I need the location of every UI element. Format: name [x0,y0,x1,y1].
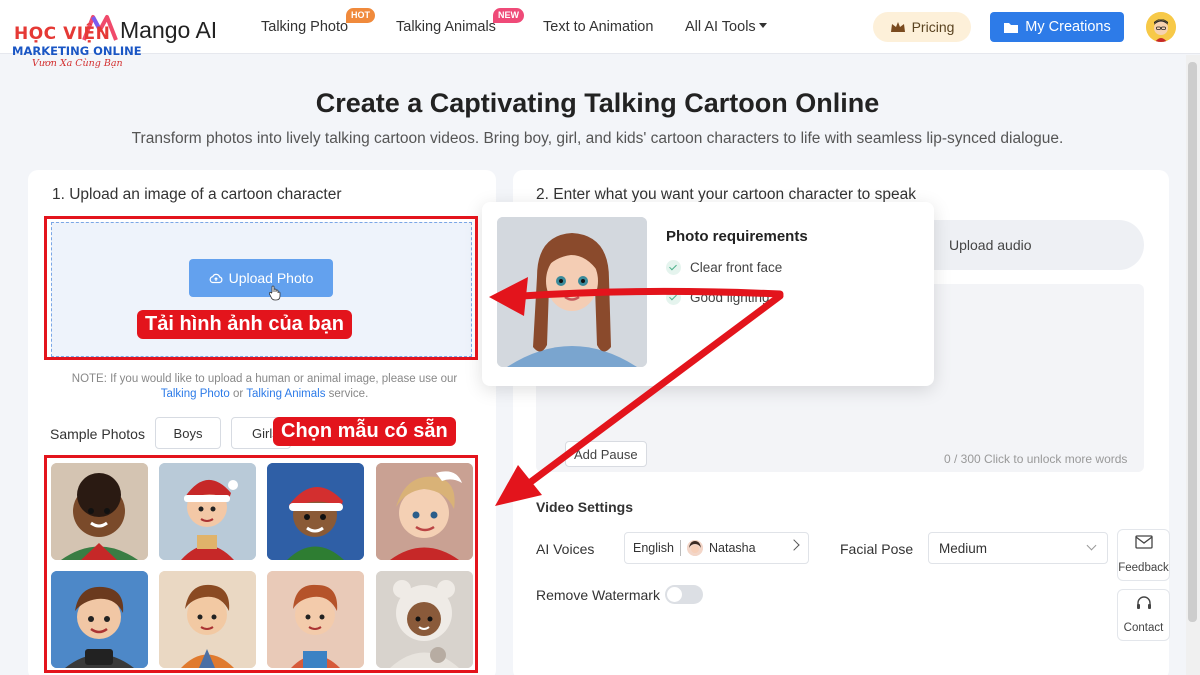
contact-label: Contact [1123,622,1164,634]
nav-talking-animals[interactable]: Talking Animals [396,19,496,35]
word-count: 0 / 300 Click to unlock more words [944,452,1128,466]
folder-icon [1004,22,1019,33]
check-icon [666,290,681,305]
brand-logo[interactable]: Mango AI HỌC VIỆN MARKETING ONLINE Vươn … [10,8,240,69]
facial-pose-label: Facial Pose [840,541,914,557]
feedback-label: Feedback [1118,562,1169,574]
sample-photos-label: Sample Photos [50,426,145,442]
add-pause-button[interactable]: Add Pause [565,441,647,467]
chevron-down-icon [1086,540,1097,551]
note-or: or [232,388,244,400]
requirement-item: Good lighting [666,290,770,305]
page-title: Create a Captivating Talking Cartoon Onl… [315,88,880,118]
my-creations-button[interactable]: My Creations [990,12,1124,42]
feedback-button[interactable]: Feedback [1117,529,1170,581]
voice-language: English [633,541,674,555]
watermark-logo-line2: MARKETING ONLINE [12,44,142,58]
talking-photo-link[interactable]: Talking Photo [161,388,230,400]
brand-name: Mango AI [120,17,218,43]
note-suffix: service. [328,388,369,400]
remove-watermark-label: Remove Watermark [536,587,660,603]
step1-heading: 1. Upload an image of a cartoon characte… [52,186,342,203]
talking-animals-link[interactable]: Talking Animals [246,388,325,400]
watermark-logo-line3: Vươn Xa Cùng Bạn [32,58,123,69]
headset-icon [1136,596,1151,609]
cartoon-girl-image [497,217,647,367]
caret-down-icon [758,23,767,28]
user-avatar[interactable] [1146,12,1176,42]
top-nav: Mango AI HỌC VIỆN MARKETING ONLINE Vươn … [0,0,1200,69]
tab-boys[interactable]: Boys [155,417,221,449]
requirement-text: Good lighting [690,290,770,305]
annotation-upload-label: Tải hình ảnh của bạn [137,310,352,339]
nav-all-ai-tools-label: All AI Tools [685,19,756,35]
requirement-item: Clear front face [666,260,782,275]
chevron-right-icon [788,539,800,551]
watermark-logo-line1: HỌC VIỆN [14,24,111,44]
my-creations-label: My Creations [1025,19,1111,35]
voice-select[interactable]: English Natasha [624,532,809,564]
ai-voices-label: AI Voices [536,541,595,557]
page-subtitle: Transform photos into lively talking car… [131,130,1064,147]
voice-divider [680,540,681,556]
contact-button[interactable]: Contact [1117,589,1170,641]
requirement-sample-photo [497,217,647,367]
upload-audio-label[interactable]: Upload audio [949,237,1032,253]
facial-pose-value: Medium [939,540,988,556]
nav-talking-photo[interactable]: Talking Photo [261,19,348,35]
remove-watermark-toggle[interactable] [665,585,703,604]
check-icon [666,260,681,275]
avatar-face-icon [1146,12,1176,42]
hot-badge: HOT [346,8,375,23]
crown-icon [890,22,905,32]
annotation-samples-box [44,455,478,673]
photo-requirements-title: Photo requirements [666,228,808,245]
add-pause-label: Add Pause [574,446,638,462]
pricing-label: Pricing [911,19,955,35]
upload-note: NOTE: If you would like to upload a huma… [52,372,477,402]
nav-all-ai-tools[interactable]: All AI Tools [685,19,767,35]
video-settings-heading: Video Settings [536,499,633,515]
mail-icon [1134,535,1153,549]
nav-text-to-animation[interactable]: Text to Animation [543,19,653,35]
scrollbar-thumb[interactable] [1188,62,1197,622]
voice-avatar-icon [687,540,703,556]
requirement-text: Clear front face [690,260,783,275]
pricing-button[interactable]: Pricing [873,12,971,42]
new-badge: NEW [493,8,524,23]
voice-name: Natasha [709,541,756,555]
annotation-samples-label: Chọn mẫu có sẵn [273,417,456,446]
note-text: NOTE: If you would like to upload a huma… [71,373,458,385]
facial-pose-select[interactable]: Medium [928,532,1108,564]
